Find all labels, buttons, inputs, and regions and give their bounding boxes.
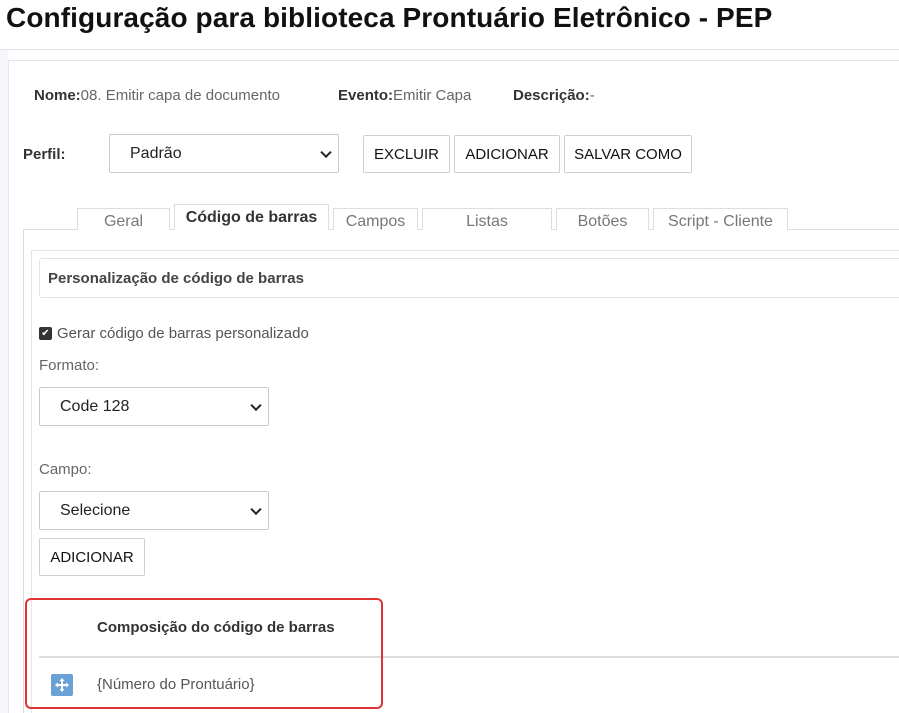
- meta-nome-value: 08. Emitir capa de documento: [80, 87, 280, 104]
- page-background: [0, 50, 8, 713]
- meta-nome: Nome:08. Emitir capa de documento: [34, 87, 280, 104]
- tab-geral[interactable]: Geral: [77, 208, 170, 230]
- tab-listas[interactable]: Listas: [422, 208, 552, 230]
- perfil-select[interactable]: Padrão: [109, 134, 339, 173]
- tab-botoes[interactable]: Botões: [556, 208, 649, 230]
- highlight-box: [25, 598, 383, 709]
- meta-nome-label: Nome:: [34, 87, 81, 104]
- meta-descricao-label: Descrição:: [513, 87, 590, 104]
- custom-barcode-checkbox-row[interactable]: ✔ Gerar código de barras personalizado: [39, 325, 309, 342]
- campo-select-value: Selecione: [60, 501, 131, 519]
- checkmark-icon: ✔: [41, 327, 50, 339]
- checkbox[interactable]: ✔: [39, 327, 52, 340]
- adicionar-field-button[interactable]: ADICIONAR: [39, 538, 145, 576]
- perfil-label: Perfil:: [23, 146, 66, 163]
- meta-descricao: Descrição:-: [513, 87, 595, 104]
- chevron-down-icon: [250, 503, 262, 515]
- title-divider: [0, 49, 899, 50]
- campo-label: Campo:: [39, 461, 92, 478]
- tab-campos[interactable]: Campos: [333, 208, 418, 230]
- barcode-section-title: Personalização de código de barras: [48, 269, 304, 287]
- campo-select[interactable]: Selecione: [39, 491, 269, 530]
- meta-evento-value: Emitir Capa: [393, 87, 472, 104]
- adicionar-profile-button[interactable]: ADICIONAR: [454, 135, 560, 173]
- tab-codigo-de-barras[interactable]: Código de barras: [174, 204, 329, 230]
- excluir-button[interactable]: EXCLUIR: [363, 135, 450, 173]
- chevron-down-icon: [250, 399, 262, 411]
- meta-evento-label: Evento:: [338, 87, 394, 104]
- custom-barcode-label: Gerar código de barras personalizado: [57, 325, 309, 342]
- tab-script-cliente[interactable]: Script - Cliente: [653, 208, 788, 230]
- chevron-down-icon: [320, 146, 332, 158]
- formato-label: Formato:: [39, 357, 100, 374]
- meta-descricao-value: -: [589, 87, 595, 104]
- page-title: Configuração para biblioteca Prontuário …: [6, 2, 773, 33]
- salvar-como-button[interactable]: SALVAR COMO: [564, 135, 692, 173]
- meta-evento: Evento:Emitir Capa: [338, 87, 471, 104]
- barcode-section-header: Personalização de código de barras: [39, 258, 899, 298]
- formato-select[interactable]: Code 128: [39, 387, 269, 426]
- perfil-select-value: Padrão: [130, 144, 182, 162]
- formato-select-value: Code 128: [60, 397, 130, 415]
